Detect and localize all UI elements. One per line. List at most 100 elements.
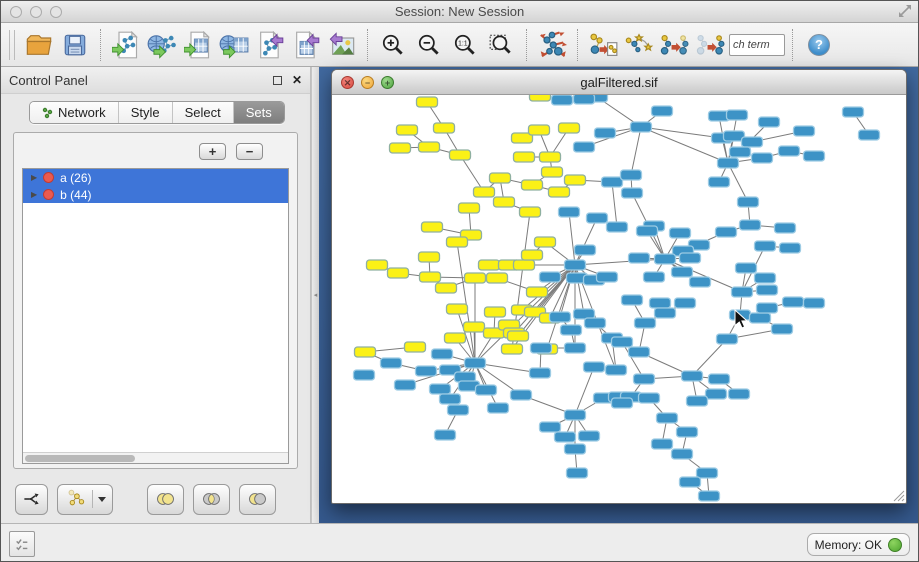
export-table-icon[interactable] xyxy=(288,27,324,63)
graph-node-blue[interactable] xyxy=(395,380,416,390)
graph-node-blue[interactable] xyxy=(607,222,628,232)
network-from-selection-icon[interactable] xyxy=(585,27,621,63)
graph-node-blue[interactable] xyxy=(565,260,586,270)
graph-node-yellow[interactable] xyxy=(367,260,388,270)
graph-node-blue[interactable] xyxy=(680,253,701,263)
graph-node-blue[interactable] xyxy=(652,106,673,116)
toolbar-drag-handle[interactable] xyxy=(9,30,15,60)
help-icon[interactable]: ? xyxy=(808,34,830,56)
graph-node-yellow[interactable] xyxy=(420,272,441,282)
graph-node-blue[interactable] xyxy=(565,343,586,353)
resize-grip-icon[interactable] xyxy=(892,489,905,502)
graph-node-blue[interactable] xyxy=(755,273,776,283)
graph-node-yellow[interactable] xyxy=(522,250,543,260)
save-session-icon[interactable] xyxy=(57,27,93,63)
graph-node-blue[interactable] xyxy=(606,365,627,375)
graph-node-yellow[interactable] xyxy=(535,237,556,247)
tab-sets[interactable]: Sets xyxy=(234,102,284,123)
graph-node-blue[interactable] xyxy=(621,170,642,180)
graph-node-blue[interactable] xyxy=(552,95,573,105)
horizontal-scrollbar[interactable] xyxy=(23,452,288,463)
float-panel-icon[interactable] xyxy=(273,76,282,85)
graph-node-yellow[interactable] xyxy=(514,260,535,270)
graph-node-blue[interactable] xyxy=(843,107,864,117)
graph-node-blue[interactable] xyxy=(584,362,605,372)
graph-node-blue[interactable] xyxy=(738,197,759,207)
graph-node-yellow[interactable] xyxy=(502,344,523,354)
zoom-fit-selected-icon[interactable] xyxy=(483,27,519,63)
fullscreen-icon[interactable] xyxy=(898,4,912,23)
graph-node-blue[interactable] xyxy=(697,468,718,478)
show-all-icon[interactable] xyxy=(693,27,729,63)
graph-node-yellow[interactable] xyxy=(405,342,426,352)
graph-node-blue[interactable] xyxy=(742,137,763,147)
select-first-neighbors-icon[interactable] xyxy=(621,27,657,63)
graph-node-yellow[interactable] xyxy=(397,125,418,135)
graph-node-blue[interactable] xyxy=(794,126,815,136)
graph-node-blue[interactable] xyxy=(657,413,678,423)
graph-node-blue[interactable] xyxy=(670,228,691,238)
graph-node-blue[interactable] xyxy=(567,468,588,478)
graph-node-blue[interactable] xyxy=(750,313,771,323)
graph-node-blue[interactable] xyxy=(729,389,750,399)
graph-node-blue[interactable] xyxy=(597,272,618,282)
graph-node-blue[interactable] xyxy=(672,267,693,277)
graph-node-yellow[interactable] xyxy=(490,173,511,183)
export-image-icon[interactable] xyxy=(324,27,360,63)
graph-node-blue[interactable] xyxy=(511,390,532,400)
zoom-actual-size-icon[interactable]: 1:1 xyxy=(447,27,483,63)
graph-node-yellow[interactable] xyxy=(522,180,543,190)
graph-node-blue[interactable] xyxy=(752,153,773,163)
graph-node-yellow[interactable] xyxy=(459,203,480,213)
hide-selected-icon[interactable] xyxy=(657,27,693,63)
graph-node-blue[interactable] xyxy=(650,298,671,308)
graph-node-blue[interactable] xyxy=(709,374,730,384)
graph-node-blue[interactable] xyxy=(612,337,633,347)
graph-node-yellow[interactable] xyxy=(549,187,570,197)
graph-node-blue[interactable] xyxy=(740,220,761,230)
graph-node-blue[interactable] xyxy=(652,439,673,449)
tab-network[interactable]: Network xyxy=(30,102,119,123)
graph-node-blue[interactable] xyxy=(709,177,730,187)
graph-node-yellow[interactable] xyxy=(464,322,485,332)
graph-node-blue[interactable] xyxy=(435,430,456,440)
graph-node-blue[interactable] xyxy=(655,308,676,318)
graph-node-yellow[interactable] xyxy=(474,187,495,197)
close-panel-icon[interactable]: ✕ xyxy=(292,73,302,87)
set-row-b[interactable]: ▶ b (44) xyxy=(23,186,288,203)
network-canvas[interactable] xyxy=(332,95,906,503)
graph-node-blue[interactable] xyxy=(717,334,738,344)
graph-node-blue[interactable] xyxy=(783,297,804,307)
graph-node-blue[interactable] xyxy=(755,241,776,251)
extract-network-button[interactable] xyxy=(57,484,113,515)
venn-intersection-button[interactable] xyxy=(193,484,230,515)
graph-node-yellow[interactable] xyxy=(565,175,586,185)
graph-node-blue[interactable] xyxy=(706,389,727,399)
graph-node-blue[interactable] xyxy=(629,347,650,357)
zoom-in-icon[interactable] xyxy=(375,27,411,63)
graph-node-blue[interactable] xyxy=(585,318,606,328)
tab-select[interactable]: Select xyxy=(173,102,234,123)
graph-node-yellow[interactable] xyxy=(520,207,541,217)
graph-node-yellow[interactable] xyxy=(417,97,438,107)
graph-node-blue[interactable] xyxy=(579,431,600,441)
graph-node-blue[interactable] xyxy=(859,130,880,140)
graph-node-blue[interactable] xyxy=(540,272,561,282)
graph-node-blue[interactable] xyxy=(730,147,751,157)
expand-caret-icon[interactable]: ▶ xyxy=(31,173,37,182)
import-table-file-icon[interactable] xyxy=(180,27,216,63)
graph-node-yellow[interactable] xyxy=(355,347,376,357)
graph-node-blue[interactable] xyxy=(622,188,643,198)
add-set-button[interactable]: + xyxy=(199,143,226,160)
graph-node-blue[interactable] xyxy=(680,477,701,487)
zoom-out-icon[interactable] xyxy=(411,27,447,63)
graph-node-blue[interactable] xyxy=(687,396,708,406)
graph-node-blue[interactable] xyxy=(635,318,656,328)
tab-style[interactable]: Style xyxy=(119,102,173,123)
graph-node-blue[interactable] xyxy=(634,374,655,384)
graph-node-yellow[interactable] xyxy=(485,307,506,317)
apply-layout-icon[interactable] xyxy=(534,27,570,63)
graph-node-blue[interactable] xyxy=(672,449,693,459)
graph-node-blue[interactable] xyxy=(530,368,551,378)
remove-set-button[interactable]: − xyxy=(236,143,263,160)
